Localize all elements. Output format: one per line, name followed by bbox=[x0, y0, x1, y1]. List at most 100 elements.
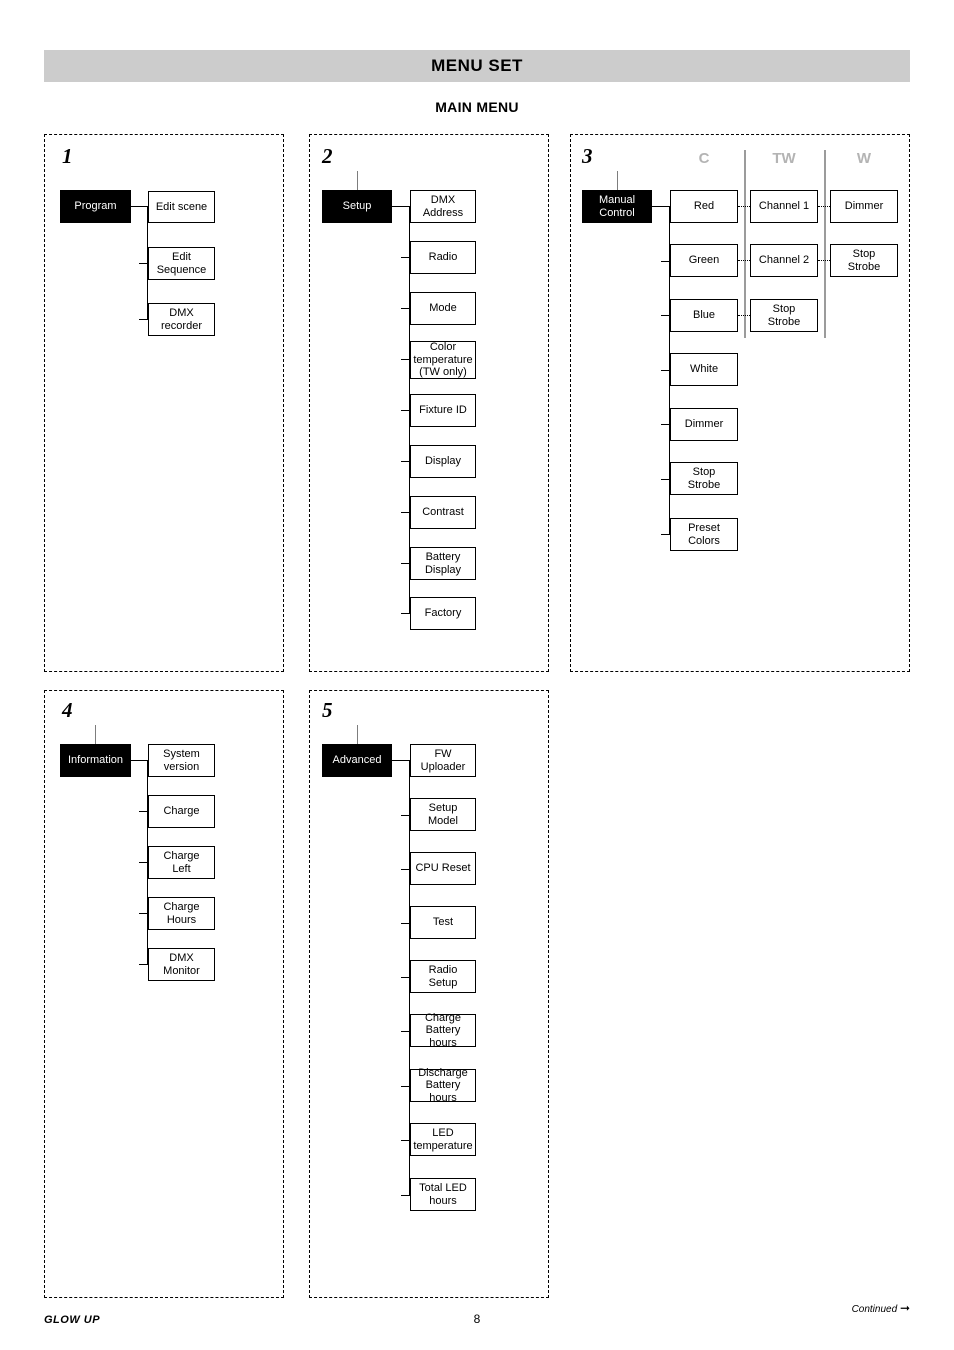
group-header-tw: TW bbox=[772, 150, 796, 167]
menu-item-charge-battery-hours[interactable]: Charge Battery hours bbox=[410, 1011, 476, 1049]
menu-item-mode[interactable]: Mode bbox=[410, 292, 476, 325]
connector-advanced-trunk-h bbox=[392, 760, 410, 761]
connector-setup-branch-1 bbox=[401, 257, 410, 258]
root-box-setup-label: Setup bbox=[342, 200, 372, 213]
menu-item-discharge-battery-hours[interactable]: Discharge Battery hours bbox=[410, 1066, 476, 1104]
panel-number-3: 3 bbox=[582, 144, 593, 168]
menu-item-radio[interactable]: Radio bbox=[410, 241, 476, 274]
menu-item-display[interactable]: Display bbox=[410, 445, 476, 478]
connector-red-channel1 bbox=[738, 206, 750, 207]
arrow-right-icon: ➞ bbox=[899, 1301, 910, 1315]
panel-information bbox=[44, 690, 284, 1298]
connector-setup-stem bbox=[357, 171, 358, 190]
connector-green-channel2 bbox=[738, 260, 750, 261]
connector-advanced-branch-6 bbox=[401, 1086, 410, 1087]
menu-item-color-temperature[interactable]: Color temperature (TW only) bbox=[410, 341, 476, 379]
menu-item-channel-1-label: Channel 1 bbox=[758, 200, 810, 213]
menu-item-charge-left-label: Charge Left bbox=[163, 850, 200, 875]
menu-item-system-version-label: System version bbox=[163, 748, 200, 773]
menu-item-channel-1[interactable]: Channel 1 bbox=[750, 190, 818, 223]
menu-item-setup-model[interactable]: Setup Model bbox=[410, 798, 476, 831]
root-box-advanced[interactable]: Advanced bbox=[322, 744, 392, 777]
menu-item-discharge-battery-hours-label: Discharge Battery hours bbox=[418, 1066, 468, 1104]
menu-item-total-led-hours[interactable]: Total LED hours bbox=[410, 1178, 476, 1211]
menu-item-stop-strobe-tw[interactable]: Stop Strobe bbox=[750, 299, 818, 332]
menu-item-blue-label: Blue bbox=[692, 309, 716, 322]
menu-item-led-temperature-label: LED temperature bbox=[413, 1127, 473, 1152]
menu-item-contrast[interactable]: Contrast bbox=[410, 496, 476, 529]
menu-item-dmx-recorder[interactable]: DMX recorder bbox=[148, 303, 215, 336]
menu-item-dmx-recorder-label: DMX recorder bbox=[161, 307, 202, 332]
menu-item-factory[interactable]: Factory bbox=[410, 597, 476, 630]
connector-information-branch-3 bbox=[139, 913, 148, 914]
menu-item-dimmer-w-label: Dimmer bbox=[844, 200, 884, 213]
connector-program-branch-1 bbox=[139, 263, 148, 264]
menu-item-fw-uploader-label: FW Uploader bbox=[420, 748, 466, 773]
menu-item-radio-setup[interactable]: Radio Setup bbox=[410, 960, 476, 993]
root-box-manual-control-label: Manual Control bbox=[598, 194, 636, 219]
menu-item-test-label: Test bbox=[432, 916, 454, 929]
menu-item-channel-2[interactable]: Channel 2 bbox=[750, 244, 818, 277]
menu-item-edit-scene[interactable]: Edit scene bbox=[148, 191, 215, 223]
connector-advanced-branch-5 bbox=[401, 1031, 410, 1032]
root-box-advanced-label: Advanced bbox=[332, 754, 382, 767]
root-box-program[interactable]: Program bbox=[60, 190, 131, 223]
menu-item-battery-display[interactable]: Battery Display bbox=[410, 547, 476, 580]
menu-item-color-temperature-label: Color temperature (TW only) bbox=[413, 341, 473, 379]
menu-item-test[interactable]: Test bbox=[410, 906, 476, 939]
menu-item-stop-strobe-c[interactable]: Stop Strobe bbox=[670, 462, 738, 495]
menu-item-fixture-id-label: Fixture ID bbox=[419, 404, 467, 417]
menu-item-dmx-address[interactable]: DMX Address bbox=[410, 190, 476, 223]
menu-item-dimmer-c[interactable]: Dimmer bbox=[670, 408, 738, 441]
menu-item-battery-display-label: Battery Display bbox=[424, 551, 462, 576]
footer-continued-label: Continued bbox=[851, 1304, 898, 1315]
menu-item-stop-strobe-c-label: Stop Strobe bbox=[687, 466, 721, 491]
connector-setup-branch-8 bbox=[401, 613, 410, 614]
menu-item-charge-left[interactable]: Charge Left bbox=[148, 846, 215, 879]
menu-item-charge[interactable]: Charge bbox=[148, 795, 215, 828]
page-title: MENU SET bbox=[431, 56, 523, 75]
menu-item-preset-colors[interactable]: Preset Colors bbox=[670, 518, 738, 551]
menu-item-green[interactable]: Green bbox=[670, 244, 738, 277]
menu-item-preset-colors-label: Preset Colors bbox=[688, 522, 720, 547]
panel-number-4: 4 bbox=[62, 698, 73, 722]
menu-item-red[interactable]: Red bbox=[670, 190, 738, 223]
connector-information-branch-2 bbox=[139, 862, 148, 863]
menu-item-edit-sequence[interactable]: Edit Sequence bbox=[148, 247, 215, 280]
menu-item-charge-battery-hours-label: Charge Battery hours bbox=[424, 1011, 462, 1049]
footer-page-number: 8 bbox=[473, 1312, 481, 1326]
menu-item-led-temperature[interactable]: LED temperature bbox=[410, 1123, 476, 1156]
menu-item-white[interactable]: White bbox=[670, 353, 738, 386]
connector-program-trunk-h bbox=[131, 206, 148, 207]
connector-setup-branch-2 bbox=[401, 308, 410, 309]
root-box-program-label: Program bbox=[74, 200, 117, 213]
menu-item-dmx-monitor[interactable]: DMX Monitor bbox=[148, 948, 215, 981]
menu-item-stop-strobe-w[interactable]: Stop Strobe bbox=[830, 244, 898, 277]
root-box-setup[interactable]: Setup bbox=[322, 190, 392, 223]
connector-information-trunk-h bbox=[131, 760, 148, 761]
footer-continued: Continued ➞ bbox=[852, 1301, 910, 1315]
menu-item-dimmer-w[interactable]: Dimmer bbox=[830, 190, 898, 223]
menu-item-fixture-id[interactable]: Fixture ID bbox=[410, 394, 476, 427]
menu-item-charge-label: Charge bbox=[163, 805, 200, 818]
page-title-bar: MENU SET bbox=[44, 50, 910, 82]
group-divider-tw-w bbox=[824, 150, 826, 338]
connector-advanced-branch-8 bbox=[401, 1195, 410, 1196]
menu-item-factory-label: Factory bbox=[424, 607, 462, 620]
connector-setup-branch-5 bbox=[401, 461, 410, 462]
connector-channel1-dimmer bbox=[818, 206, 830, 207]
menu-item-fw-uploader[interactable]: FW Uploader bbox=[410, 744, 476, 777]
connector-manual-branch-5 bbox=[661, 479, 670, 480]
menu-item-edit-sequence-label: Edit Sequence bbox=[156, 251, 207, 276]
menu-item-charge-hours[interactable]: Charge Hours bbox=[148, 897, 215, 930]
root-box-information[interactable]: Information bbox=[60, 744, 131, 777]
panel-number-2: 2 bbox=[322, 144, 333, 168]
root-box-manual-control[interactable]: Manual Control bbox=[582, 190, 652, 223]
menu-item-system-version[interactable]: System version bbox=[148, 744, 215, 777]
menu-item-green-label: Green bbox=[688, 254, 720, 267]
connector-manual-control-stem bbox=[617, 171, 618, 190]
menu-item-blue[interactable]: Blue bbox=[670, 299, 738, 332]
menu-item-channel-2-label: Channel 2 bbox=[758, 254, 810, 267]
connector-channel2-stopstrobe bbox=[818, 260, 830, 261]
menu-item-cpu-reset[interactable]: CPU Reset bbox=[410, 852, 476, 885]
